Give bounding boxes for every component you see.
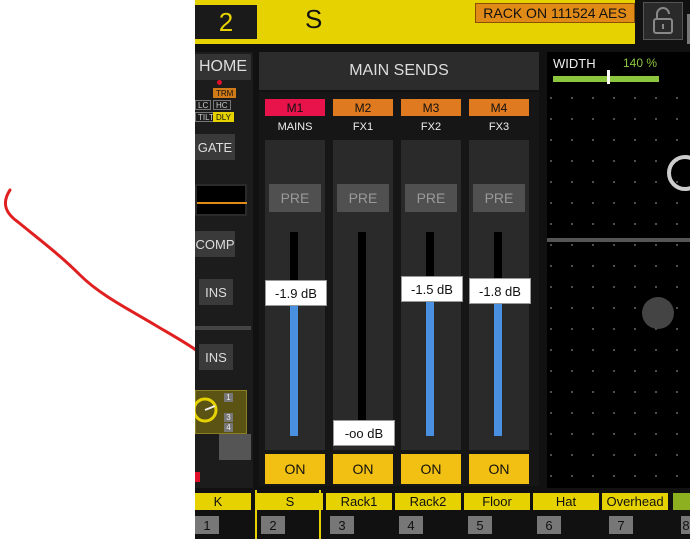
channel-tab-number[interactable]: 3 <box>330 516 354 534</box>
send-label[interactable]: M3 <box>401 99 461 116</box>
pre-button[interactable]: PRE <box>269 184 321 212</box>
on-button[interactable]: ON <box>401 454 461 484</box>
fx-number-3: 3 <box>224 413 233 422</box>
channel-tab-number[interactable]: 4 <box>399 516 423 534</box>
send-label[interactable]: M1 <box>265 99 325 116</box>
main-sends-panel: M1 MAINS PRE -1.9 dB ON M2 FX1 PRE -oo d… <box>259 92 539 486</box>
insert-1-button[interactable]: INS <box>199 279 233 305</box>
send-destination: FX1 <box>352 121 374 133</box>
fader-value[interactable]: -1.8 dB <box>469 278 531 304</box>
send-destination: FX2 <box>420 121 442 133</box>
width-slider-handle[interactable] <box>607 70 610 84</box>
fader-level <box>426 302 434 436</box>
channel-tab-name[interactable]: K <box>195 493 251 510</box>
send-fader[interactable]: -oo dB <box>333 222 395 450</box>
dly-tag: DLY <box>213 112 234 122</box>
send-fader[interactable]: -1.5 dB <box>401 222 463 450</box>
dot-grid <box>547 92 690 488</box>
channel-tab-name[interactable]: Floor <box>464 493 530 510</box>
channel-number[interactable]: 2 <box>195 5 257 39</box>
divider <box>195 326 251 330</box>
comp-button[interactable]: COMP <box>195 231 235 257</box>
main-sends-title: MAIN SENDS <box>259 52 539 90</box>
eq-preview[interactable] <box>195 184 247 216</box>
fader-level <box>290 306 298 436</box>
home-button[interactable]: HOME <box>195 54 251 80</box>
pre-button[interactable]: PRE <box>405 184 457 212</box>
on-button[interactable]: ON <box>333 454 393 484</box>
pre-area: PRE <box>265 140 325 222</box>
channel-tab-name[interactable]: Rack1 <box>326 493 392 510</box>
send-destination: MAINS <box>277 121 313 133</box>
send-destination: FX3 <box>488 121 510 133</box>
meter-block <box>219 434 251 460</box>
send-fader[interactable]: -1.8 dB <box>469 222 531 450</box>
selected-channel-outline <box>255 490 321 539</box>
lock-button[interactable] <box>643 2 683 40</box>
pre-area: PRE <box>333 140 393 222</box>
trm-tag: TRM <box>213 88 237 98</box>
fader-value[interactable]: -oo dB <box>333 420 395 446</box>
on-button[interactable]: ON <box>469 454 529 484</box>
pre-button[interactable]: PRE <box>337 184 389 212</box>
pre-area: PRE <box>401 140 461 222</box>
pre-button[interactable]: PRE <box>473 184 525 212</box>
channel-tab-name[interactable]: Overhead <box>602 493 668 510</box>
panner-panel[interactable]: WIDTH 140 % <box>547 52 690 488</box>
channel-tab-number[interactable]: 6 <box>537 516 561 534</box>
rack-status-badge[interactable]: RACK ON 111524 AES <box>475 3 635 23</box>
knob-icon <box>195 397 218 423</box>
send-fader[interactable]: -1.9 dB <box>265 222 327 450</box>
channel-tab-name[interactable] <box>673 493 690 510</box>
width-value: 140 % <box>623 56 658 70</box>
fx-number-4: 4 <box>224 423 233 432</box>
fader-level <box>494 304 502 436</box>
lc-tag: LC <box>195 100 212 110</box>
hc-tag: HC <box>213 100 231 110</box>
channel-tab-name[interactable]: Rack2 <box>395 493 461 510</box>
clip-indicator <box>195 472 200 482</box>
pan-center-line <box>547 238 690 242</box>
channel-name[interactable]: S <box>305 4 322 35</box>
send-strip-m2: M2 FX1 PRE -oo dB ON <box>327 92 395 486</box>
send-label[interactable]: M4 <box>469 99 529 116</box>
pre-area: PRE <box>469 140 529 222</box>
channel-tab-number[interactable]: 1 <box>195 516 219 534</box>
fx-knob-panel[interactable]: 1 3 4 <box>195 390 247 434</box>
pan-position-handle[interactable] <box>642 297 674 329</box>
indicator-dot <box>217 80 222 85</box>
fx-number-1: 1 <box>224 393 233 402</box>
send-label[interactable]: M2 <box>333 99 393 116</box>
unlock-icon <box>653 7 673 34</box>
channel-tab-number[interactable]: 8 <box>681 516 690 534</box>
width-slider[interactable] <box>553 76 659 82</box>
on-button[interactable]: ON <box>265 454 325 484</box>
mixer-app: 2 S RACK ON 111524 AES HOME TRM LC HC TI… <box>195 0 690 539</box>
channel-tab-name[interactable]: Hat <box>533 493 599 510</box>
channel-tab-number[interactable]: 7 <box>609 516 633 534</box>
fader-value[interactable]: -1.5 dB <box>401 276 463 302</box>
send-strip-m4: M4 FX3 PRE -1.8 dB ON <box>463 92 531 486</box>
gate-button[interactable]: GATE <box>195 134 235 160</box>
channel-tab-number[interactable]: 5 <box>468 516 492 534</box>
fader-value[interactable]: -1.9 dB <box>265 280 327 306</box>
send-strip-m1: M1 MAINS PRE -1.9 dB ON <box>259 92 327 486</box>
send-strip-m3: M3 FX2 PRE -1.5 dB ON <box>395 92 463 486</box>
insert-2-button[interactable]: INS <box>199 344 233 370</box>
fader-track <box>358 232 366 436</box>
width-label: WIDTH <box>553 56 596 71</box>
